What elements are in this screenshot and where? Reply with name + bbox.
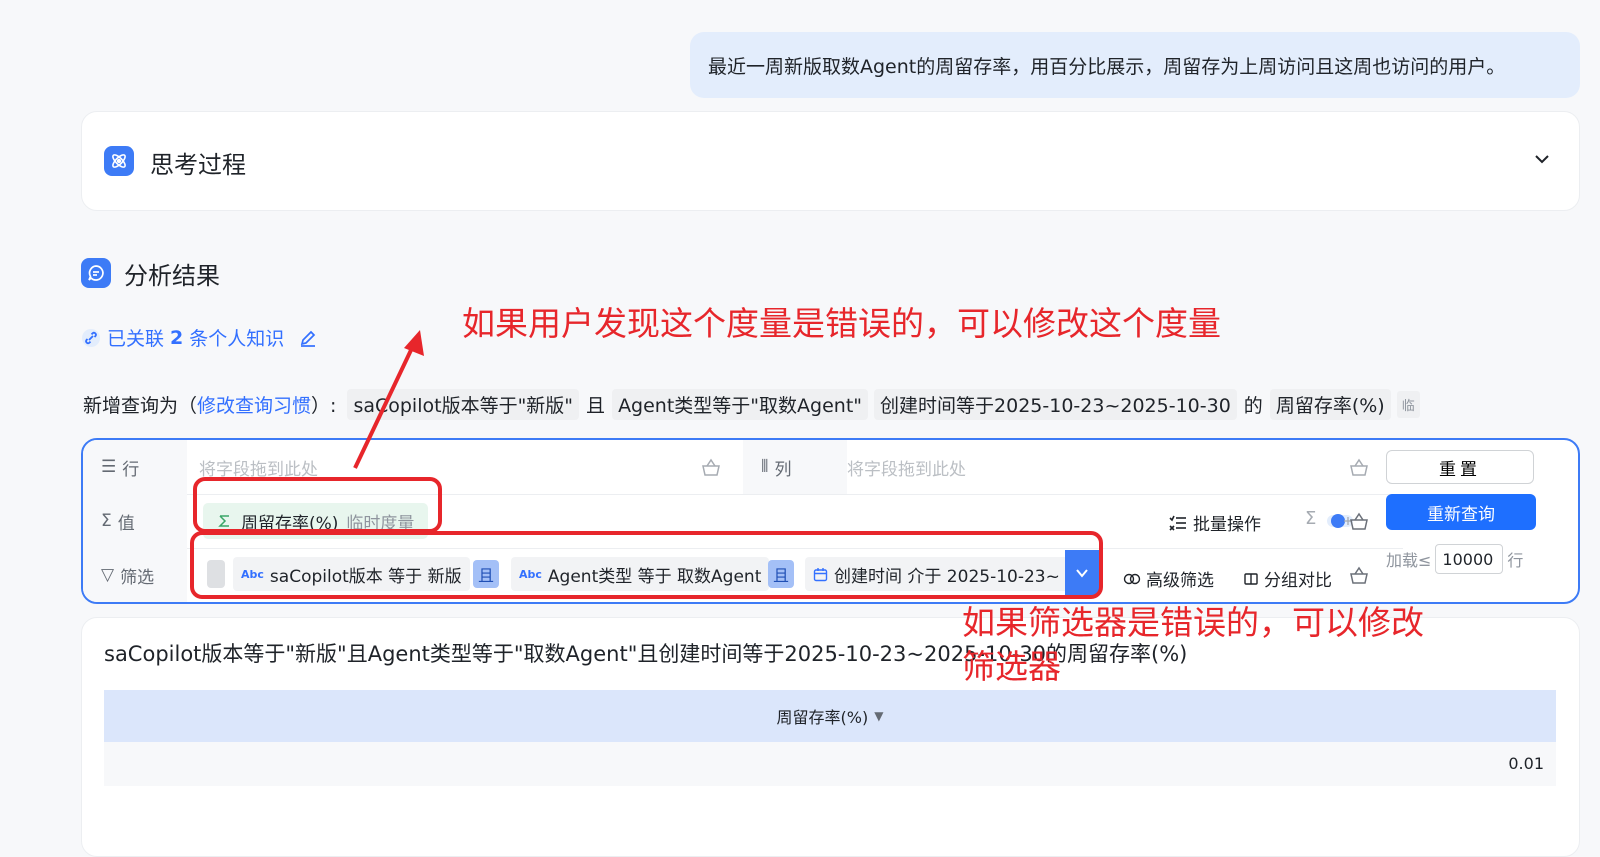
scroll-left-handle[interactable]: [207, 560, 225, 588]
requery-button[interactable]: 重新查询: [1386, 494, 1536, 530]
filter-chip-agent-type[interactable]: Abc Agent类型 等于 取数Agent: [511, 557, 770, 591]
basket-icon[interactable]: [1349, 458, 1369, 476]
filter-funnel-icon: ▽: [101, 565, 115, 585]
sigma-icon: Σ: [101, 511, 112, 531]
query-after-link: ）:: [311, 395, 337, 417]
annotation-measure-note: 如果用户发现这个度量是错误的，可以修改这个度量: [462, 304, 1221, 343]
sigma-icon[interactable]: Σ: [1305, 508, 1316, 529]
link-icon: [82, 328, 100, 347]
table-cell-value: 0.01: [1508, 754, 1544, 773]
cols-icon: ⦀: [761, 457, 769, 477]
query-prefix: 新增查询为（: [83, 395, 198, 417]
basket-icon[interactable]: [1349, 512, 1369, 530]
cols-label: ⦀ 列: [743, 440, 847, 494]
edit-query-habit-link[interactable]: 修改查询习惯: [197, 391, 311, 418]
filter-time-text: 创建时间 介于 2025-10-23~: [834, 566, 1060, 587]
rows-label-text: 行: [122, 459, 140, 480]
temp-tag: 临: [1396, 391, 1420, 418]
load-unit: 行: [1507, 551, 1524, 570]
filter-label-text: 筛选: [120, 567, 155, 588]
measure-name: 周留存率(%): [241, 513, 339, 534]
linked-knowledge[interactable]: 已关联 2 条个人知识: [81, 324, 318, 351]
reset-button[interactable]: 重置: [1386, 450, 1534, 484]
table-row: 0.01: [104, 742, 1556, 786]
rows-icon: ☰: [101, 457, 117, 477]
chevron-down-icon: [1076, 569, 1088, 578]
filter-and-toggle[interactable]: 且: [473, 560, 499, 588]
basket-icon[interactable]: [701, 458, 721, 476]
filter-and-toggle[interactable]: 且: [768, 560, 794, 588]
table-header[interactable]: 周留存率(%) ▼: [104, 690, 1556, 743]
filter-chip-created-time[interactable]: 创建时间 介于 2025-10-23~: [805, 557, 1091, 591]
thinking-title: 思考过程: [150, 151, 246, 179]
filter-chip-version[interactable]: Abc saCopilot版本 等于 新版: [233, 557, 470, 591]
query-metric: 周留存率(%): [1269, 389, 1391, 420]
knowledge-suffix: 条个人知识: [189, 328, 285, 350]
knowledge-count: 2: [170, 326, 184, 349]
cols-label-text: 列: [774, 459, 792, 480]
query-of: 的: [1243, 395, 1263, 417]
text-type-icon: Abc: [241, 567, 264, 581]
load-limit-input[interactable]: [1435, 544, 1504, 574]
rows-label: ☰ 行: [83, 440, 187, 494]
chevron-down-icon[interactable]: [1533, 150, 1551, 168]
measure-chip[interactable]: 周留存率(%) 临时度量: [203, 503, 429, 539]
advanced-filter-label: 高级筛选: [1146, 571, 1214, 591]
values-label: Σ 值: [83, 494, 187, 548]
user-message-bubble: 最近一周新版取数Agent的周留存率，用百分比展示，周留存为上周访问且这周也访问…: [690, 32, 1580, 98]
result-title: 分析结果: [124, 262, 220, 290]
knowledge-prefix: 已关联: [107, 328, 165, 350]
query-cond-created-time: 创建时间等于2025-10-23~2025-10-30: [874, 389, 1237, 420]
batch-label: 批量操作: [1193, 515, 1261, 535]
atom-icon: [104, 146, 134, 176]
filter-agent-text: Agent类型 等于 取数Agent: [547, 566, 762, 587]
group-compare-button[interactable]: 分组对比: [1243, 566, 1332, 591]
batch-list-icon: [1169, 515, 1186, 531]
advanced-filter-icon: [1123, 573, 1141, 584]
edit-icon[interactable]: [298, 328, 318, 348]
group-compare-label: 分组对比: [1264, 571, 1332, 591]
rows-placeholder: 将字段拖到此处: [199, 460, 318, 480]
measure-tag: 临时度量: [346, 513, 415, 534]
formula-icon: [218, 515, 229, 527]
basket-icon[interactable]: [1349, 566, 1369, 584]
query-and: 且: [586, 395, 606, 417]
filter-label: ▽ 筛选: [83, 548, 187, 602]
advanced-filter-button[interactable]: 高级筛选: [1123, 566, 1214, 591]
filter-zone: ▽ 筛选 Abc saCopilot版本 等于 新版 且 Abc Agent类型…: [83, 548, 1403, 602]
load-label: 加载≤: [1386, 551, 1432, 570]
rows-zone[interactable]: ☰ 行 将字段拖到此处 ⦀ 列 将字段拖到此处: [83, 440, 1403, 495]
query-cond-agent-type: Agent类型等于"取数Agent": [612, 389, 869, 420]
values-zone[interactable]: Σ 值 周留存率(%) 临时度量 批量操作 Σ: [83, 494, 1403, 549]
query-description: 新增查询为（ 修改查询习惯 ）: saCopilot版本等于"新版" 且 Age…: [83, 389, 1420, 420]
user-message-text: 最近一周新版取数Agent的周留存率，用百分比展示，周留存为上周访问且这周也访问…: [708, 55, 1506, 78]
table-header-text: 周留存率(%): [776, 708, 869, 727]
filter-version-text: saCopilot版本 等于 新版: [269, 566, 462, 587]
annotation-filter-note-line1: 如果筛选器是错误的，可以修改: [962, 603, 1424, 642]
batch-operation-button[interactable]: 批量操作: [1169, 510, 1261, 535]
load-limit: 加载≤ 行: [1386, 544, 1523, 574]
result-table-card: saCopilot版本等于"新版"且Agent类型等于"取数Agent"且创建时…: [81, 617, 1580, 857]
pivot-config-panel: ☰ 行 将字段拖到此处 ⦀ 列 将字段拖到此处 Σ 值 周留存率(%) 临时度量…: [81, 438, 1580, 604]
values-label-text: 值: [117, 513, 135, 534]
cols-placeholder[interactable]: 将字段拖到此处: [847, 455, 966, 480]
thinking-process-card[interactable]: 思考过程: [81, 111, 1580, 211]
query-cond-version: saCopilot版本等于"新版": [347, 389, 580, 420]
annotation-filter-note-line2: 筛选器: [962, 647, 1061, 686]
sort-caret-icon[interactable]: ▼: [874, 709, 883, 723]
filter-expand-button[interactable]: [1065, 550, 1099, 596]
group-compare-icon: [1244, 572, 1258, 585]
text-type-icon: Abc: [519, 567, 542, 581]
chat-bubble-icon: [81, 258, 111, 288]
calendar-icon: [813, 567, 828, 581]
